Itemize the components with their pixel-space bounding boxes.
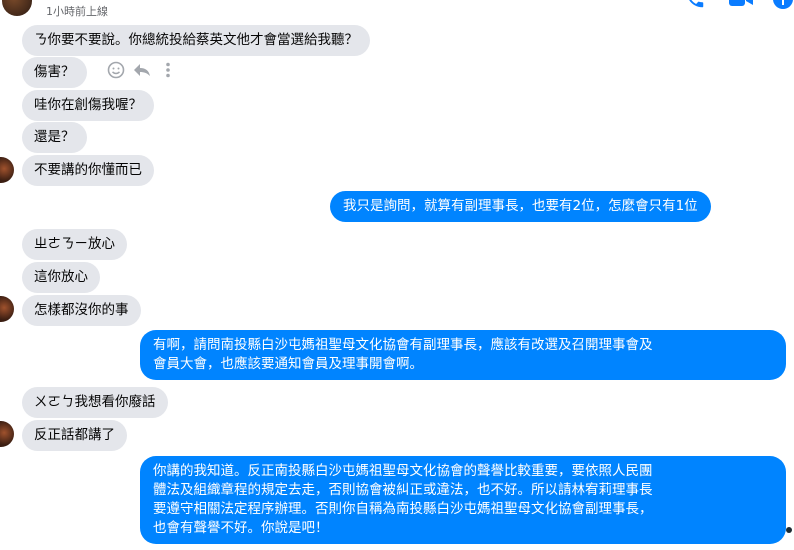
chat-header: 1小時前上線 bbox=[0, 0, 794, 20]
message-incoming[interactable]: 這你放心 bbox=[22, 262, 100, 293]
online-status: 1小時前上線 bbox=[46, 5, 108, 18]
message-incoming[interactable]: ㄋ你要不要說。你總統投給蔡英文他才會當選給我聽？ bbox=[22, 25, 370, 56]
emoji-icon[interactable] bbox=[107, 61, 125, 83]
contact-avatar-small[interactable] bbox=[0, 296, 14, 322]
video-icon[interactable] bbox=[728, 0, 754, 10]
message-line: 你講的我知道。反正南投縣白沙屯媽祖聖母文化協會的聲譽比較重要，要依照人民團 bbox=[153, 463, 653, 479]
message-line: 會員大會，也應該要通知會員及理事開會啊。 bbox=[153, 356, 423, 372]
message-outgoing[interactable]: 有啊，請問南投縣白沙屯媽祖聖母文化協會有副理事長，應該有改選及召開理事會及 會員… bbox=[140, 330, 786, 380]
message-incoming[interactable]: 不要講的你懂而已 bbox=[22, 155, 154, 186]
contact-avatar[interactable] bbox=[2, 0, 32, 16]
seen-indicator bbox=[786, 527, 792, 533]
contact-avatar-small[interactable] bbox=[0, 157, 14, 183]
message-incoming[interactable]: 怎樣都沒你的事 bbox=[22, 295, 141, 326]
message-line: 體法及組織章程的規定去走，否則協會被糾正或違法，也不好。所以請林宥莉理事長 bbox=[153, 482, 653, 498]
message-incoming[interactable]: ㄨㄛㄅ我想看你廢話 bbox=[22, 387, 168, 418]
message-incoming[interactable]: 哇你在創傷我喔？ bbox=[22, 90, 154, 121]
message-line: 要遵守相關法定程序辦理。否則你自稱為南投縣白沙屯媽祖聖母文化協會副理事長， bbox=[153, 501, 653, 517]
phone-icon[interactable] bbox=[684, 0, 710, 10]
message-incoming[interactable]: 傷害？ bbox=[22, 57, 87, 88]
reply-icon[interactable] bbox=[133, 62, 151, 82]
message-outgoing[interactable]: 你講的我知道。反正南投縣白沙屯媽祖聖母文化協會的聲譽比較重要，要依照人民團 體法… bbox=[140, 456, 786, 544]
message-incoming[interactable]: ㄓㄜㄋㄧ放心 bbox=[22, 229, 127, 260]
message-line: 也會有聲譽不好。你說是吧！ bbox=[153, 520, 329, 536]
contact-avatar-small[interactable] bbox=[0, 421, 14, 447]
more-icon[interactable] bbox=[165, 62, 171, 82]
message-line: 有啊，請問南投縣白沙屯媽祖聖母文化協會有副理事長，應該有改選及召開理事會及 bbox=[153, 337, 653, 353]
info-icon[interactable] bbox=[772, 0, 794, 10]
message-outgoing[interactable]: 我只是詢問，就算有副理事長，也要有2位，怎麼會只有1位 bbox=[330, 191, 711, 222]
message-incoming[interactable]: 還是？ bbox=[22, 122, 87, 153]
message-incoming[interactable]: 反正話都講了 bbox=[22, 420, 127, 451]
